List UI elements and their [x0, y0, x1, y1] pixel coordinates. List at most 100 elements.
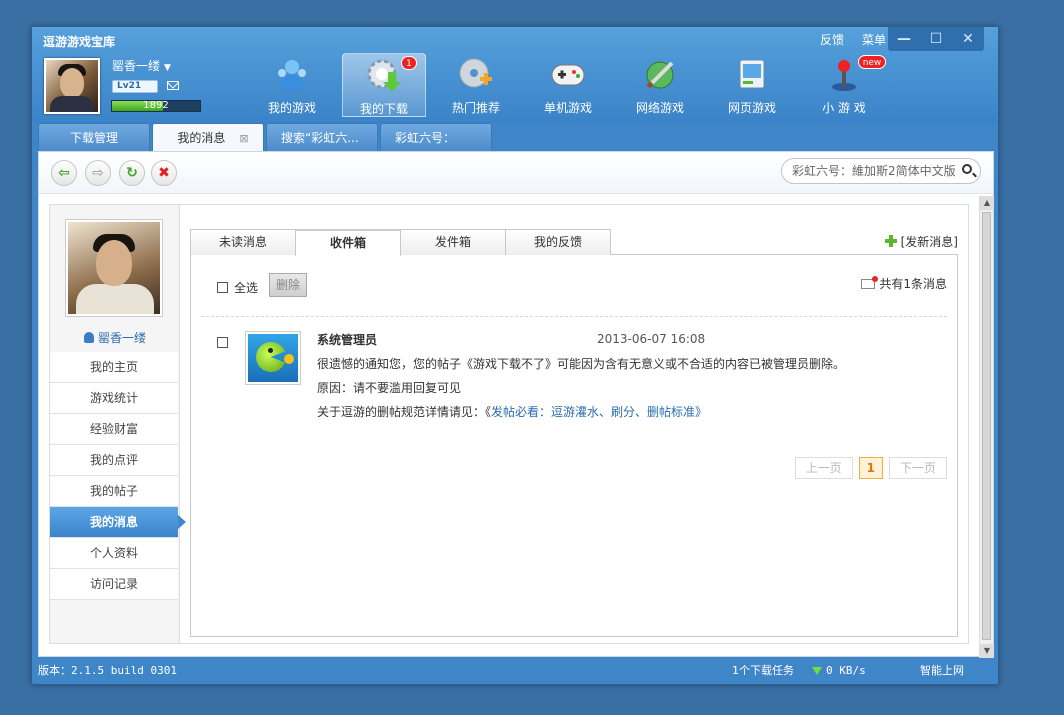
download-count-badge: 1 — [401, 56, 417, 70]
sidebar-item-visits[interactable]: 访问记录 — [50, 569, 178, 600]
search-icon[interactable] — [962, 164, 972, 174]
tab-rainbow-six[interactable]: 彩虹六号：維... — [380, 123, 492, 173]
tab-close-icon[interactable]: ⊠ — [239, 132, 248, 145]
nav-my-games[interactable]: 我的游戏 — [246, 53, 338, 117]
message-checkbox-wrap — [217, 335, 228, 349]
message-rules-line: 关于逗游的删帖规范详情请见：《发帖必看：逗游灌水、刷分、删帖标准》 — [317, 403, 707, 420]
feedback-link[interactable]: 反馈 — [820, 31, 844, 48]
exp-value: 1892 — [143, 100, 169, 111]
tab-inbox[interactable]: 收件箱 — [295, 229, 401, 256]
web-screen-icon — [732, 57, 772, 93]
sidebar-item-profile[interactable]: 个人资料 — [50, 538, 178, 569]
search-box — [781, 158, 981, 184]
minimize-icon[interactable]: — — [893, 31, 915, 47]
window-links: 反馈 菜单 — [820, 31, 886, 48]
nav-label: 网络游戏 — [635, 101, 684, 115]
app-title: 逗游游戏宝库 — [43, 35, 116, 49]
nav-mini-games[interactable]: 小 游 戏 new — [798, 53, 890, 117]
pagination: 上一页 1 下一页 — [794, 457, 947, 479]
tab-feedback[interactable]: 我的反馈 — [505, 229, 611, 255]
scroll-up-icon[interactable]: ▲ — [980, 196, 994, 210]
app-window: 逗游游戏宝库 反馈 菜单 — ☐ ✕ 罂香一缕 ▼ Lv21 1892 我的游戏 … — [31, 26, 999, 685]
sidebar-item-home[interactable]: 我的主页 — [50, 352, 178, 383]
new-message-button[interactable]: [发新消息] — [884, 233, 958, 250]
rules-suffix: 》 — [695, 405, 708, 419]
nav-label: 我的下载 — [359, 102, 408, 116]
message-checkbox[interactable] — [217, 337, 228, 348]
nav-label: 我的游戏 — [267, 101, 316, 115]
menu-link[interactable]: 菜单 — [862, 31, 886, 48]
message-tabs: 未读消息 收件箱 发件箱 我的反馈 [发新消息] — [190, 229, 958, 256]
forward-icon[interactable]: ⇨ — [85, 160, 111, 186]
message-reason: 原因：请不要滥用回复可见 — [317, 381, 462, 395]
main-nav: 我的游戏 我的下载 1 热门推荐 单机游戏 网络游戏 网页游戏 小 游 戏 ne… — [246, 53, 890, 117]
stop-icon[interactable]: ✖ — [151, 160, 177, 186]
scroll-down-icon[interactable]: ▼ — [980, 644, 994, 658]
smart-network[interactable]: 智能上网 — [920, 658, 964, 684]
nav-label: 单机游戏 — [543, 101, 592, 115]
nav-hot-recommend[interactable]: 热门推荐 — [430, 53, 522, 117]
plus-icon — [884, 235, 897, 247]
back-icon[interactable]: ⇦ — [51, 160, 77, 186]
sidebar-item-reviews[interactable]: 我的点评 — [50, 445, 178, 476]
message-count: 共有1条消息 — [861, 275, 947, 292]
level-badge: Lv21 — [112, 80, 158, 93]
prev-page-button[interactable]: 上一页 — [794, 457, 853, 479]
search-input[interactable] — [792, 163, 956, 178]
tab-label: 下载管理 — [69, 131, 118, 145]
username-dropdown[interactable]: 罂香一缕 ▼ — [112, 57, 171, 74]
caret-down-icon: ▼ — [164, 63, 171, 73]
delete-button[interactable]: 删除 — [269, 273, 307, 297]
select-all-label[interactable]: 全选 — [234, 281, 258, 295]
tab-search[interactable]: 搜索“彩虹六... — [266, 123, 378, 151]
current-page[interactable]: 1 — [858, 457, 883, 479]
rules-link[interactable]: 发帖必看：逗游灌水、刷分、删帖标准 — [491, 405, 695, 419]
refresh-icon[interactable]: ↻ — [119, 160, 145, 186]
profile-sidebar: 罂香一缕 我的主页 游戏统计 经验财富 我的点评 我的帖子 我的消息 个人资料 … — [50, 205, 186, 643]
profile-avatar[interactable] — [65, 219, 163, 317]
download-tasks[interactable]: 1个下载任务 — [732, 658, 794, 684]
scrollbar[interactable]: ▲ ▼ — [979, 196, 994, 658]
nav-online-games[interactable]: 网络游戏 — [614, 53, 706, 117]
tab-label: 我的消息 — [177, 131, 226, 145]
next-page-button[interactable]: 下一页 — [888, 457, 947, 479]
divider — [201, 316, 947, 317]
maximize-icon[interactable]: ☐ — [925, 31, 947, 47]
exp-bar: 1892 — [111, 100, 201, 112]
download-gear-icon — [364, 58, 404, 94]
nav-web-games[interactable]: 网页游戏 — [706, 53, 798, 117]
tab-unread[interactable]: 未读消息 — [190, 229, 296, 255]
rules-prefix: 关于逗游的删帖规范详情请见：《 — [317, 405, 492, 419]
profile-username[interactable]: 罂香一缕 — [50, 329, 180, 346]
tab-outbox[interactable]: 发件箱 — [400, 229, 506, 255]
new-badge: new — [858, 55, 886, 69]
nav-label: 小 游 戏 — [822, 101, 866, 115]
status-bar: 版本：2.1.5 build 0301 1个下载任务 0 KB/s 智能上网 — [32, 658, 998, 684]
message-count-text: 共有1条消息 — [879, 277, 947, 291]
sidebar-item-posts[interactable]: 我的帖子 — [50, 476, 178, 507]
version-text: 版本：2.1.5 build 0301 — [38, 664, 177, 677]
tab-download-manager[interactable]: 下载管理 — [38, 123, 150, 151]
avatar[interactable] — [44, 58, 100, 114]
mail-icon[interactable] — [167, 81, 179, 90]
content-panel: ⇦ ⇨ ↻ ✖ 罂香一缕 我的主页 — [38, 151, 994, 658]
window-controls: — ☐ ✕ — [888, 27, 984, 51]
pacman-icon — [256, 342, 286, 372]
sidebar-item-game-stats[interactable]: 游戏统计 — [50, 383, 178, 414]
download-speed: 0 KB/s — [812, 658, 866, 684]
tab-my-messages[interactable]: 我的消息 ⊠ — [152, 123, 264, 152]
nav-label: 网页游戏 — [727, 101, 776, 115]
nav-label: 热门推荐 — [451, 101, 500, 115]
close-icon[interactable]: ✕ — [957, 31, 979, 47]
message-body-line: 很遗憾的通知您，您的帖子《游戏下载不了》可能因为含有无意义或不合适的内容已被管理… — [317, 357, 846, 371]
message-time: 2013-06-07 16:08 — [597, 332, 706, 346]
profile-username-text: 罂香一缕 — [97, 331, 146, 345]
nav-my-downloads[interactable]: 我的下载 1 — [342, 53, 426, 117]
scroll-thumb[interactable] — [982, 212, 991, 640]
nav-single-games[interactable]: 单机游戏 — [522, 53, 614, 117]
select-all-checkbox[interactable] — [217, 282, 228, 293]
sidebar-item-wealth[interactable]: 经验财富 — [50, 414, 178, 445]
message-center: 罂香一缕 我的主页 游戏统计 经验财富 我的点评 我的帖子 我的消息 个人资料 … — [49, 204, 969, 644]
sidebar-item-messages[interactable]: 我的消息 — [50, 507, 186, 538]
user-group-icon — [272, 57, 312, 93]
